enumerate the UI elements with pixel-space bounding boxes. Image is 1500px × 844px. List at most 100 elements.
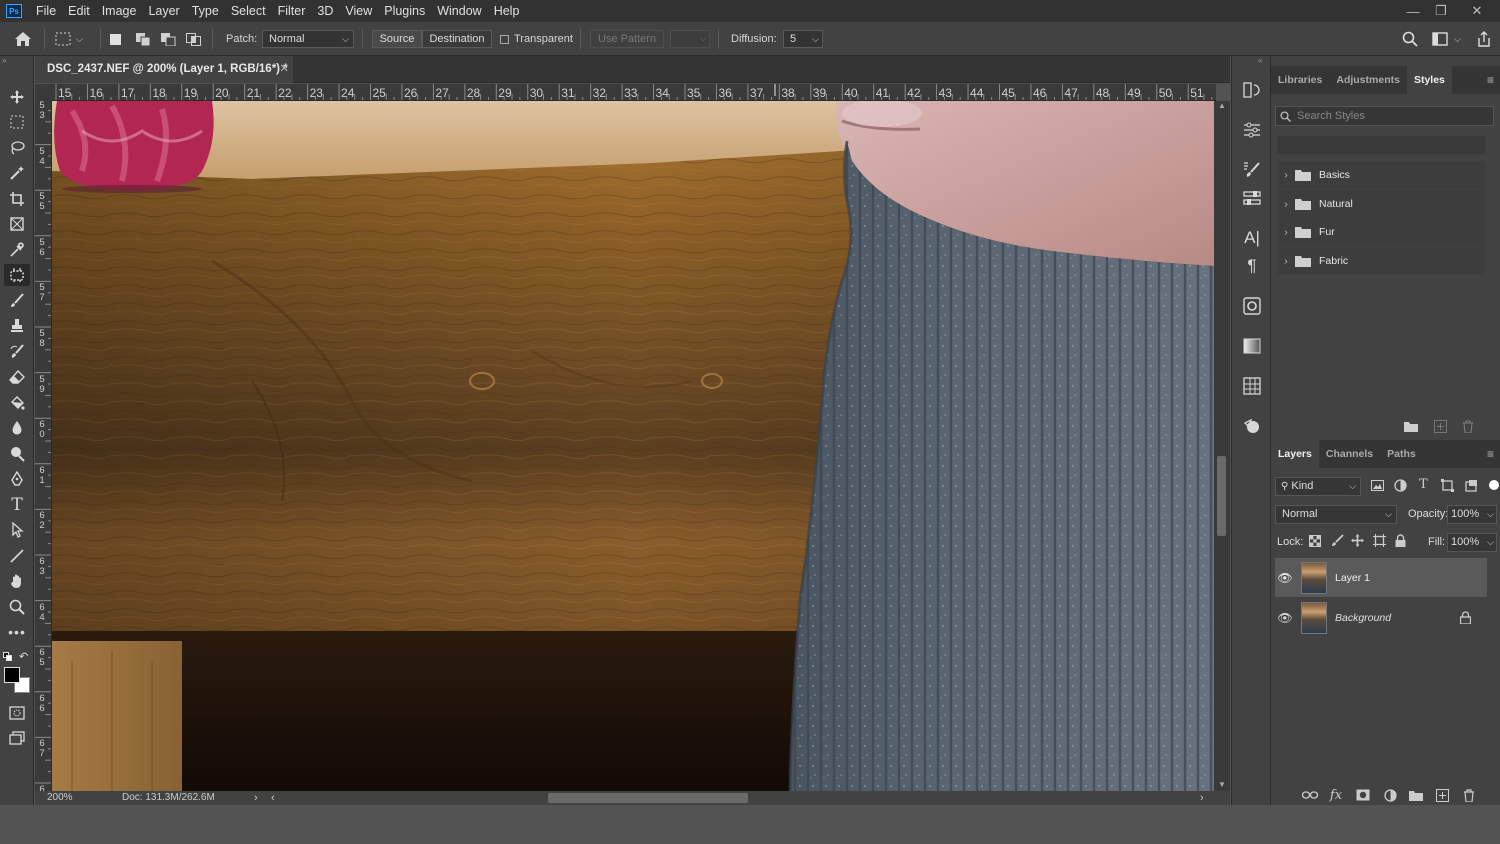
menu-3d[interactable]: 3D [311,0,339,22]
foreground-color-swatch[interactable] [4,667,20,683]
path-selection-tool-icon[interactable] [4,519,30,541]
shape-layer-filter-icon[interactable] [1441,479,1455,493]
history-brush-tool-icon[interactable] [4,341,30,363]
use-pattern-button[interactable]: Use Pattern [590,30,664,48]
adjustments-panel-icon[interactable] [1240,118,1264,142]
share-icon[interactable] [1476,22,1496,56]
filter-toggle[interactable] [1489,480,1499,490]
eyedropper-tool-icon[interactable] [4,239,30,261]
source-button[interactable]: Source [372,30,422,48]
tab-channels[interactable]: Channels [1319,440,1380,468]
panel-menu-icon[interactable]: ≡ [1487,73,1494,87]
horizontal-ruler[interactable]: 15 16 17 18 19 20 21 22 23 24 25 26 27 28 29 30 31 32 33 34… [52,84,1216,101]
adjustment-layer-filter-icon[interactable] [1394,479,1408,493]
destination-button[interactable]: Destination [422,30,492,48]
new-layer-icon[interactable] [1434,787,1450,803]
default-colors-icon[interactable] [3,652,12,661]
close-tab-icon[interactable]: ✕ [279,56,289,83]
scroll-up-icon[interactable]: ▲ [1218,101,1226,110]
blur-tool-icon[interactable] [4,417,30,439]
tab-adjustments[interactable]: Adjustments [1329,66,1407,94]
crop-tool-icon[interactable] [4,188,30,210]
line-tool-icon[interactable] [4,545,30,567]
style-folder-fur[interactable]: › Fur [1277,218,1485,246]
zoom-tool-icon[interactable] [4,596,30,618]
patch-mode-select[interactable]: Normal ⌵ [262,30,354,48]
subtract-selection-icon[interactable] [161,22,177,56]
camera-raw-icon[interactable] [1240,294,1264,318]
pattern-picker[interactable]: ⌵ [670,30,710,48]
opacity-field[interactable]: 100% ⌵ [1447,505,1497,524]
menu-plugins[interactable]: Plugins [378,0,431,22]
transparent-checkbox[interactable]: Transparent [500,22,573,56]
diffusion-field[interactable]: 5 ⌵ [783,30,823,48]
menu-layer[interactable]: Layer [142,0,185,22]
new-adjustment-layer-icon[interactable] [1382,787,1398,803]
brush-tool-icon[interactable] [4,290,30,312]
layer-row-layer-1[interactable]: 👁 Layer 1 [1275,558,1487,597]
layer-effects-icon[interactable]: fx [1328,787,1344,803]
lasso-tool-icon[interactable] [4,137,30,159]
panel-menu-icon[interactable]: ≡ [1487,447,1494,461]
menu-type[interactable]: Type [186,0,225,22]
properties-panel-icon[interactable] [1240,186,1264,210]
style-folder-fabric[interactable]: › Fabric [1277,247,1485,275]
tab-styles[interactable]: Styles [1406,66,1452,94]
lock-all-icon[interactable] [1395,534,1408,548]
scroll-right-icon[interactable]: › [1200,791,1204,805]
collapse-panels-icon[interactable]: « [1258,56,1262,65]
vertical-ruler[interactable]: 53545556575859606162636465666768 [35,101,52,791]
home-icon[interactable] [14,22,36,56]
lock-position-icon[interactable] [1351,534,1365,548]
new-selection-icon[interactable] [110,22,124,56]
tool-preset-picker[interactable]: ⌵ [54,22,90,56]
menu-window[interactable]: Window [431,0,487,22]
vertical-scroll-thumb[interactable] [1217,456,1226,536]
ruler-origin[interactable] [35,84,52,101]
hand-tool-icon[interactable] [4,570,30,592]
eraser-tool-icon[interactable] [4,366,30,388]
blend-mode-select[interactable]: Normal ⌵ [1275,505,1397,524]
paint-bucket-tool-icon[interactable] [4,392,30,414]
document-tab[interactable]: DSC_2437.NEF @ 200% (Layer 1, RGB/16*) *… [35,56,293,83]
move-tool-icon[interactable] [4,86,30,108]
brush-settings-icon[interactable] [1240,158,1264,182]
new-group-folder-icon[interactable] [1408,787,1424,803]
restore-icon[interactable]: ❐ [1426,0,1456,22]
status-menu-icon[interactable]: › [254,791,258,805]
pixel-layer-filter-icon[interactable] [1371,480,1385,492]
scroll-down-icon[interactable]: ▼ [1218,780,1226,789]
styles-search-input[interactable]: Search Styles [1275,106,1494,126]
type-layer-filter-icon[interactable]: T [1419,477,1428,492]
lock-transparent-icon[interactable] [1309,535,1322,548]
workspace-icon[interactable]: ⌵ [1432,22,1468,56]
layer-name[interactable]: Layer 1 [1335,572,1370,584]
menu-view[interactable]: View [339,0,378,22]
screen-mode-icon[interactable] [4,727,30,749]
gradients-panel-icon[interactable] [1240,334,1264,358]
menu-select[interactable]: Select [225,0,272,22]
add-mask-icon[interactable] [1355,787,1371,803]
fill-field[interactable]: 100% ⌵ [1447,533,1497,552]
search-icon[interactable] [1402,22,1424,56]
layer-name[interactable]: Background [1335,612,1391,624]
menu-file[interactable]: File [30,0,62,22]
shapes-panel-icon[interactable] [1240,414,1264,438]
new-style-icon[interactable] [1432,418,1448,434]
intersect-selection-icon[interactable] [186,22,202,56]
history-panel-icon[interactable] [1240,78,1264,102]
collapse-toolbar-icon[interactable]: » [2,56,6,65]
tab-libraries[interactable]: Libraries [1271,66,1329,94]
horizontal-scroll-thumb[interactable] [548,793,748,803]
delete-style-icon[interactable] [1460,418,1476,434]
add-selection-icon[interactable] [136,22,152,56]
zoom-level[interactable]: 200% [47,791,73,805]
dodge-tool-icon[interactable] [4,443,30,465]
minimize-icon[interactable]: — [1398,0,1428,22]
pen-tool-icon[interactable] [4,468,30,490]
more-tools-icon[interactable]: ••• [4,621,30,643]
close-window-icon[interactable]: ✕ [1462,0,1492,22]
magic-wand-tool-icon[interactable] [4,162,30,184]
style-folder-basics[interactable]: › Basics [1277,161,1485,189]
quick-mask-icon[interactable] [4,702,30,724]
